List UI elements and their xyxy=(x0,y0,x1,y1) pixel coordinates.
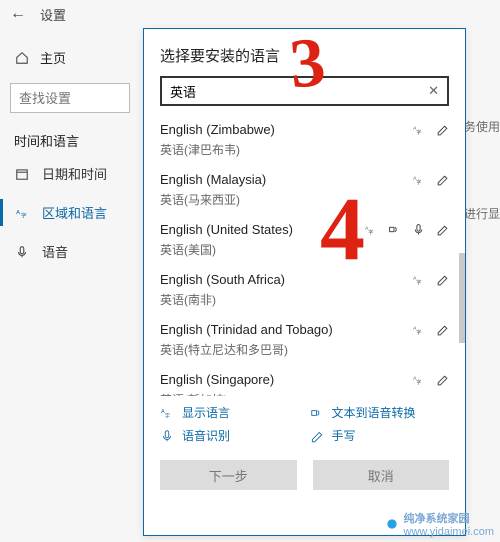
legend-tts: 文本到语音转换 xyxy=(310,404,450,421)
language-icon: A字 xyxy=(14,206,30,220)
sidebar-item-region-language[interactable]: A字 区域和语言 xyxy=(0,193,140,232)
sidebar-item-label: 日期和时间 xyxy=(42,164,107,183)
watermark-logo-icon xyxy=(384,516,400,532)
language-feature-icons: A字 xyxy=(411,123,449,137)
sidebar-section-title: 时间和语言 xyxy=(0,123,140,154)
sidebar-home-label: 主页 xyxy=(40,48,66,67)
cutoff-a: 务使用 xyxy=(464,118,500,135)
right-cutoff-text: 务使用 进行显 xyxy=(464,60,500,272)
tts-icon xyxy=(387,223,401,237)
hand-icon xyxy=(435,273,449,287)
svg-text:字: 字 xyxy=(368,229,373,236)
legend-speech: 语音识别 xyxy=(160,427,300,444)
sidebar-home[interactable]: 主页 xyxy=(0,38,140,77)
svg-text:字: 字 xyxy=(21,211,27,219)
legend-display-label: 显示语言 xyxy=(182,404,230,421)
clear-icon[interactable]: ✕ xyxy=(428,83,439,99)
watermark-brand: 纯净系统家园 xyxy=(404,513,470,525)
language-name-en: English (South Africa) xyxy=(160,272,411,287)
dialog-buttons: 下一步 取消 xyxy=(144,452,465,506)
language-name-cn: 英语(马来西亚) xyxy=(160,191,449,208)
hand-icon xyxy=(435,323,449,337)
app-title: 设置 xyxy=(40,5,66,24)
language-feature-icons: A字 xyxy=(411,173,449,187)
sidebar-nav: 日期和时间 A字 区域和语言 语音 xyxy=(0,154,140,271)
next-button[interactable]: 下一步 xyxy=(160,460,297,490)
svg-text:字: 字 xyxy=(416,179,421,186)
calendar-icon xyxy=(14,167,30,181)
disp-icon: A字 xyxy=(411,173,425,187)
legend-hand-label: 手写 xyxy=(332,427,356,444)
svg-text:字: 字 xyxy=(165,411,170,419)
dialog-search-input[interactable] xyxy=(170,84,428,99)
mic-icon xyxy=(14,245,30,259)
back-icon[interactable]: ← xyxy=(10,5,26,23)
disp-icon: A字 xyxy=(411,273,425,287)
sidebar-item-label: 区域和语言 xyxy=(42,203,107,222)
home-icon xyxy=(14,51,30,65)
cancel-button[interactable]: 取消 xyxy=(313,460,450,490)
language-name-cn: 英语(美国) xyxy=(160,241,449,258)
sidebar: 主页 时间和语言 日期和时间 A字 区域和语言 语音 xyxy=(0,28,140,271)
hand-icon xyxy=(435,173,449,187)
speech-icon xyxy=(411,223,425,237)
hand-icon xyxy=(435,123,449,137)
language-feature-icons: A字 xyxy=(363,223,449,237)
language-name-cn: 英语(南非) xyxy=(160,291,449,308)
language-name-en: English (Zimbabwe) xyxy=(160,122,411,137)
legend: A字 显示语言 文本到语音转换 语音识别 手写 xyxy=(144,396,465,452)
scrollbar[interactable] xyxy=(459,253,465,343)
watermark-url: www.yidaimei.com xyxy=(404,526,494,538)
sidebar-search-input[interactable] xyxy=(19,91,121,106)
language-name-en: English (Singapore) xyxy=(160,372,411,387)
language-feature-icons: A字 xyxy=(411,273,449,287)
cutoff-b: 进行显 xyxy=(464,205,500,222)
language-feature-icons: A字 xyxy=(411,323,449,337)
speech-icon xyxy=(160,429,174,443)
language-name-en: English (United States) xyxy=(160,222,363,237)
svg-text:字: 字 xyxy=(416,129,421,136)
svg-text:字: 字 xyxy=(416,279,421,286)
language-list: English (Zimbabwe)A字英语(津巴布韦)English (Mal… xyxy=(144,116,465,396)
language-name-en: English (Trinidad and Tobago) xyxy=(160,322,411,337)
handwriting-icon xyxy=(310,429,324,443)
disp-icon: A字 xyxy=(363,223,377,237)
titlebar: ← 设置 xyxy=(0,0,500,28)
sidebar-item-label: 语音 xyxy=(42,242,68,261)
language-name-cn: 英语(津巴布韦) xyxy=(160,141,449,158)
language-name-cn: 英语(特立尼达和多巴哥) xyxy=(160,341,449,358)
display-icon: A字 xyxy=(160,406,174,420)
disp-icon: A字 xyxy=(411,323,425,337)
language-row[interactable]: English (Zimbabwe)A字英语(津巴布韦) xyxy=(144,116,465,166)
sidebar-search[interactable] xyxy=(10,83,130,113)
tts-icon xyxy=(310,406,324,420)
language-feature-icons: A字 xyxy=(411,373,449,387)
legend-display: A字 显示语言 xyxy=(160,404,300,421)
language-picker-dialog: 选择要安装的语言 ✕ English (Zimbabwe)A字英语(津巴布韦)E… xyxy=(143,28,466,536)
language-row[interactable]: English (Singapore)A字英语(新加坡) xyxy=(144,366,465,396)
svg-text:字: 字 xyxy=(416,329,421,336)
language-name-en: English (Malaysia) xyxy=(160,172,411,187)
hand-icon xyxy=(435,223,449,237)
legend-speech-label: 语音识别 xyxy=(182,427,230,444)
hand-icon xyxy=(435,373,449,387)
language-row[interactable]: English (Malaysia)A字英语(马来西亚) xyxy=(144,166,465,216)
legend-hand: 手写 xyxy=(310,427,450,444)
language-row[interactable]: English (United States)A字英语(美国) xyxy=(144,216,465,266)
dialog-title: 选择要安装的语言 xyxy=(144,29,465,76)
sidebar-item-datetime[interactable]: 日期和时间 xyxy=(0,154,140,193)
dialog-search[interactable]: ✕ xyxy=(160,76,449,106)
disp-icon: A字 xyxy=(411,373,425,387)
disp-icon: A字 xyxy=(411,123,425,137)
svg-text:A: A xyxy=(16,210,20,216)
sidebar-item-speech[interactable]: 语音 xyxy=(0,232,140,271)
legend-tts-label: 文本到语音转换 xyxy=(332,404,416,421)
language-row[interactable]: English (Trinidad and Tobago)A字英语(特立尼达和多… xyxy=(144,316,465,366)
watermark: 纯净系统家园 www.yidaimei.com xyxy=(384,510,494,538)
language-row[interactable]: English (South Africa)A字英语(南非) xyxy=(144,266,465,316)
svg-text:字: 字 xyxy=(416,379,421,386)
